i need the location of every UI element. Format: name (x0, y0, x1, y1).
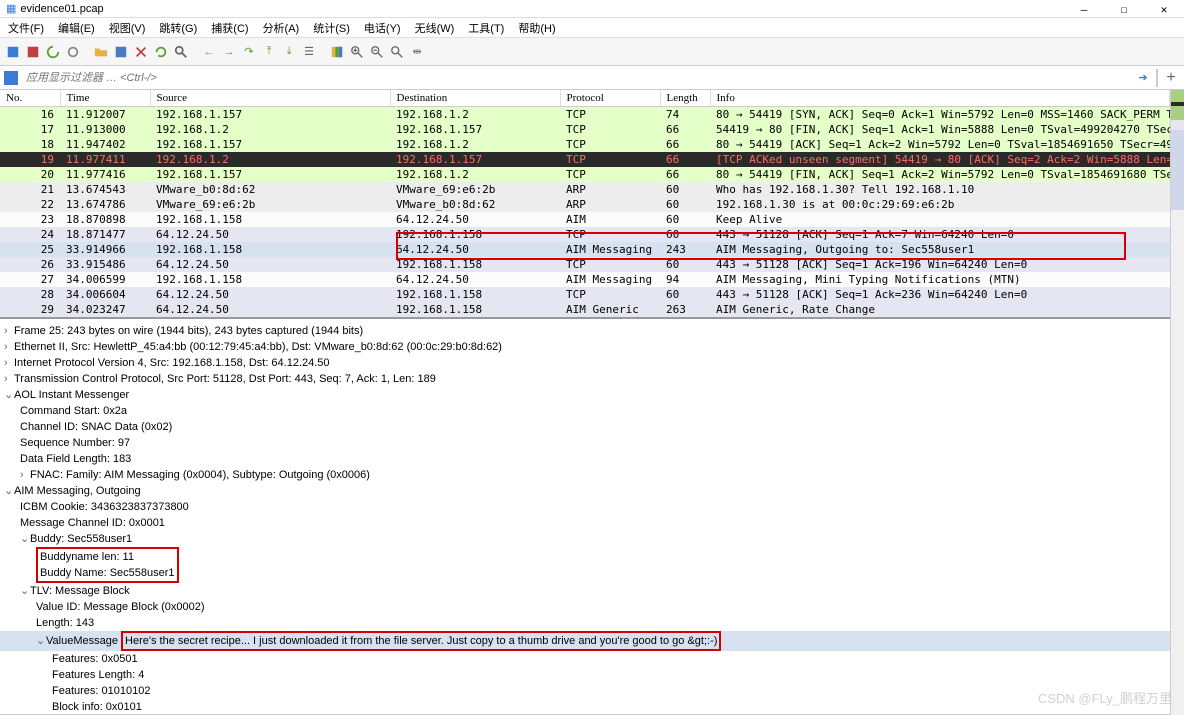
options-icon[interactable] (64, 43, 82, 61)
packet-row[interactable]: 2418.87147764.12.24.50192.168.1.158TCP60… (0, 227, 1170, 242)
message-channel-id: Message Channel ID: 0x0001 (0, 515, 1170, 531)
icbm-cookie: ICBM Cookie: 3436323837373800 (0, 499, 1170, 515)
features-1: Features: 0x0501 (0, 651, 1170, 667)
toolbar: ← → ↷ ⤒ ⤓ ☰ ⇹ (0, 38, 1184, 66)
buddy-block: Buddyname len: 11 Buddy Name: Sec558user… (0, 547, 1170, 583)
menu-item[interactable]: 编辑(E) (58, 20, 95, 36)
go-back-icon[interactable]: ← (200, 43, 218, 61)
fnac-node[interactable]: ›FNAC: Family: AIM Messaging (0x0004), S… (0, 467, 1170, 483)
packet-row[interactable]: 2011.977416192.168.1.157192.168.1.2TCP66… (0, 167, 1170, 182)
close-button[interactable]: ✕ (1144, 0, 1184, 18)
packet-row[interactable]: 1711.913000192.168.1.2192.168.1.157TCP66… (0, 122, 1170, 137)
buddy-node[interactable]: ⌄Buddy: Sec558user1 (0, 531, 1170, 547)
tcp-node[interactable]: ›Transmission Control Protocol, Src Port… (0, 371, 1170, 387)
find-icon[interactable] (172, 43, 190, 61)
frame-node[interactable]: ›Frame 25: 243 bytes on wire (1944 bits)… (0, 323, 1170, 339)
colorize-icon[interactable] (328, 43, 346, 61)
title-bar: ▦ evidence01.pcap — ☐ ✕ (0, 0, 1184, 18)
menu-bar: 文件(F) 编辑(E) 视图(V) 跳转(G) 捕获(C) 分析(A) 统计(S) 电话(Y)… (0, 18, 1184, 38)
cmd-start: Command Start: 0x2a (0, 403, 1170, 419)
column-header[interactable]: Destination (390, 90, 560, 107)
restart-icon[interactable] (44, 43, 62, 61)
zoom-reset-icon[interactable] (388, 43, 406, 61)
close-file-icon[interactable] (132, 43, 150, 61)
goto-last-icon[interactable]: ⤓ (280, 43, 298, 61)
open-icon[interactable] (92, 43, 110, 61)
annotation-redbox-buddy: Buddyname len: 11 Buddy Name: Sec558user… (36, 547, 179, 583)
menu-item[interactable]: 帮助(H) (518, 20, 555, 36)
start-capture-icon[interactable] (4, 43, 22, 61)
menu-item[interactable]: 无线(W) (415, 20, 455, 36)
packet-details[interactable]: ›Frame 25: 243 bytes on wire (1944 bits)… (0, 319, 1170, 715)
value-id: Value ID: Message Block (0x0002) (0, 599, 1170, 615)
column-header[interactable]: Info (710, 90, 1170, 107)
tlv-node[interactable]: ⌄TLV: Message Block (0, 583, 1170, 599)
packet-row[interactable]: 1611.912007192.168.1.157192.168.1.2TCP74… (0, 107, 1170, 123)
minimize-button[interactable]: — (1064, 0, 1104, 18)
menu-item[interactable]: 跳转(G) (159, 20, 197, 36)
aim-outgoing-node[interactable]: ⌄AIM Messaging, Outgoing (0, 483, 1170, 499)
column-header[interactable]: Time (60, 90, 150, 107)
resize-cols-icon[interactable]: ⇹ (408, 43, 426, 61)
block-info: Block info: 0x0101 (0, 699, 1170, 715)
filter-bookmark-icon[interactable] (4, 71, 18, 85)
stop-capture-icon[interactable] (24, 43, 42, 61)
menu-item[interactable]: 电话(Y) (364, 20, 401, 36)
window-controls: — ☐ ✕ (1064, 0, 1184, 18)
channel-id: Channel ID: SNAC Data (0x02) (0, 419, 1170, 435)
app-icon: ▦ (6, 2, 16, 15)
column-header[interactable]: Length (660, 90, 710, 107)
filter-bar: ➔ + (0, 66, 1184, 90)
zoom-out-icon[interactable] (368, 43, 386, 61)
jump-icon[interactable]: ↷ (240, 43, 258, 61)
menu-item[interactable]: 捕获(C) (211, 20, 248, 36)
filter-add-icon[interactable]: + (1162, 69, 1180, 87)
goto-first-icon[interactable]: ⤒ (260, 43, 278, 61)
save-icon[interactable] (112, 43, 130, 61)
minimap-gutter[interactable] (1170, 90, 1184, 715)
value-message-node[interactable]: ⌄ValueMessage Here's the secret recipe..… (0, 631, 1170, 651)
annotation-redbox-message: Here's the secret recipe... I just downl… (121, 631, 721, 651)
menu-item[interactable]: 文件(F) (8, 20, 44, 36)
filter-apply-icon[interactable]: ➔ (1134, 69, 1152, 87)
reload-icon[interactable] (152, 43, 170, 61)
packet-row[interactable]: 2834.00660464.12.24.50192.168.1.158TCP60… (0, 287, 1170, 302)
menu-item[interactable]: 视图(V) (109, 20, 146, 36)
packet-row[interactable]: 2533.914966192.168.1.15864.12.24.50AIM M… (0, 242, 1170, 257)
column-header[interactable]: Source (150, 90, 390, 107)
column-header[interactable]: Protocol (560, 90, 660, 107)
features-2: Features: 01010102 (0, 683, 1170, 699)
packet-row[interactable]: 1911.977411192.168.1.2192.168.1.157TCP66… (0, 152, 1170, 167)
go-forward-icon[interactable]: → (220, 43, 238, 61)
features-length: Features Length: 4 (0, 667, 1170, 683)
ip-node[interactable]: ›Internet Protocol Version 4, Src: 192.1… (0, 355, 1170, 371)
menu-item[interactable]: 工具(T) (468, 20, 504, 36)
auto-scroll-icon[interactable]: ☰ (300, 43, 318, 61)
packet-row[interactable]: 2318.870898192.168.1.15864.12.24.50AIM60… (0, 212, 1170, 227)
menu-item[interactable]: 分析(A) (263, 20, 300, 36)
maximize-button[interactable]: ☐ (1104, 0, 1144, 18)
packet-row[interactable]: 1811.947402192.168.1.157192.168.1.2TCP66… (0, 137, 1170, 152)
packet-list[interactable]: No.TimeSourceDestinationProtocolLengthIn… (0, 90, 1170, 319)
window-title: evidence01.pcap (20, 3, 103, 15)
zoom-in-icon[interactable] (348, 43, 366, 61)
ethernet-node[interactable]: ›Ethernet II, Src: HewlettP_45:a4:bb (00… (0, 339, 1170, 355)
packet-row[interactable]: 2934.02324764.12.24.50192.168.1.158AIM G… (0, 302, 1170, 317)
length-143: Length: 143 (0, 615, 1170, 631)
packet-row[interactable]: 2633.91548664.12.24.50192.168.1.158TCP60… (0, 257, 1170, 272)
sequence-number: Sequence Number: 97 (0, 435, 1170, 451)
column-header[interactable]: No. (0, 90, 60, 107)
packet-row[interactable]: 2213.674786VMware_69:e6:2bVMware_b0:8d:6… (0, 197, 1170, 212)
display-filter-input[interactable] (22, 70, 1134, 86)
menu-item[interactable]: 统计(S) (313, 20, 350, 36)
data-field-length: Data Field Length: 183 (0, 451, 1170, 467)
packet-row[interactable]: 2113.674543VMware_b0:8d:62VMware_69:e6:2… (0, 182, 1170, 197)
packet-row[interactable]: 2734.006599192.168.1.15864.12.24.50AIM M… (0, 272, 1170, 287)
aim-node[interactable]: ⌄AOL Instant Messenger (0, 387, 1170, 403)
